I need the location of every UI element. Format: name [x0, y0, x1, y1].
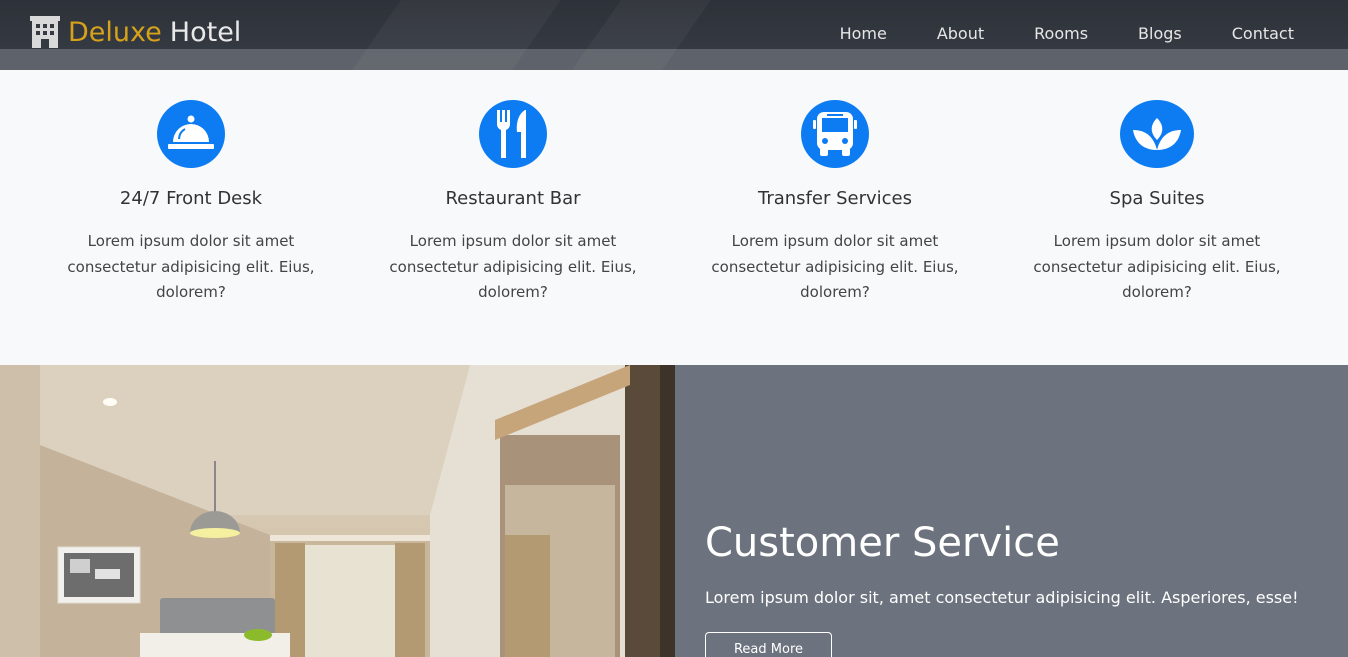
- brand-logo[interactable]: Deluxe Hotel: [30, 16, 241, 48]
- service-title: Customer Service: [705, 520, 1060, 566]
- feature-text: Lorem ipsum dolor sit amet consectetur a…: [389, 232, 637, 301]
- features-section: 24/7 Front Desk Lorem ipsum dolor sit am…: [0, 70, 1348, 365]
- utensils-icon: [496, 110, 526, 158]
- nav-link-contact[interactable]: Contact: [1207, 24, 1348, 43]
- main-nav: Home About Rooms Blogs Contact: [815, 24, 1348, 43]
- navbar-decoration: [330, 0, 590, 70]
- feature-text: Lorem ipsum dolor sit amet consectetur a…: [67, 232, 315, 301]
- spa-icon: [1133, 118, 1181, 150]
- feature-title: Spa Suites: [1109, 188, 1205, 209]
- navbar: Deluxe Hotel Home About Rooms Blogs Cont…: [0, 0, 1348, 70]
- feature-icon-circle: [801, 100, 869, 168]
- brand-name-secondary: Hotel: [169, 16, 242, 48]
- hotel-room-image: [0, 365, 675, 657]
- feature-card: Transfer Services Lorem ipsum dolor sit …: [674, 100, 996, 306]
- nav-link-blogs[interactable]: Blogs: [1113, 24, 1207, 43]
- navbar-decoration: [550, 0, 740, 70]
- nav-link-home[interactable]: Home: [815, 24, 912, 43]
- read-more-button[interactable]: Read More: [705, 632, 832, 657]
- customer-service-section: Customer Service Lorem ipsum dolor sit, …: [0, 365, 1348, 657]
- brand-name-primary: Deluxe: [68, 16, 162, 48]
- feature-icon-circle: [1120, 100, 1194, 168]
- feature-icon-circle: [479, 100, 547, 168]
- bus-icon: [813, 112, 857, 156]
- service-panel: Customer Service Lorem ipsum dolor sit, …: [675, 365, 1348, 657]
- feature-title: 24/7 Front Desk: [119, 188, 263, 209]
- feature-icon-circle: [157, 100, 225, 168]
- service-text: Lorem ipsum dolor sit, amet consectetur …: [705, 588, 1299, 607]
- feature-card: Restaurant Bar Lorem ipsum dolor sit ame…: [352, 100, 674, 306]
- nav-link-about[interactable]: About: [912, 24, 1009, 43]
- feature-title: Restaurant Bar: [445, 188, 581, 209]
- bell-icon: [168, 115, 214, 149]
- feature-card: Spa Suites Lorem ipsum dolor sit amet co…: [996, 100, 1318, 306]
- feature-text: Lorem ipsum dolor sit amet consectetur a…: [711, 232, 959, 301]
- feature-card: 24/7 Front Desk Lorem ipsum dolor sit am…: [30, 100, 352, 306]
- nav-link-rooms[interactable]: Rooms: [1009, 24, 1113, 43]
- feature-text: Lorem ipsum dolor sit amet consectetur a…: [1033, 232, 1281, 301]
- feature-title: Transfer Services: [757, 188, 912, 209]
- hotel-icon: [30, 16, 60, 48]
